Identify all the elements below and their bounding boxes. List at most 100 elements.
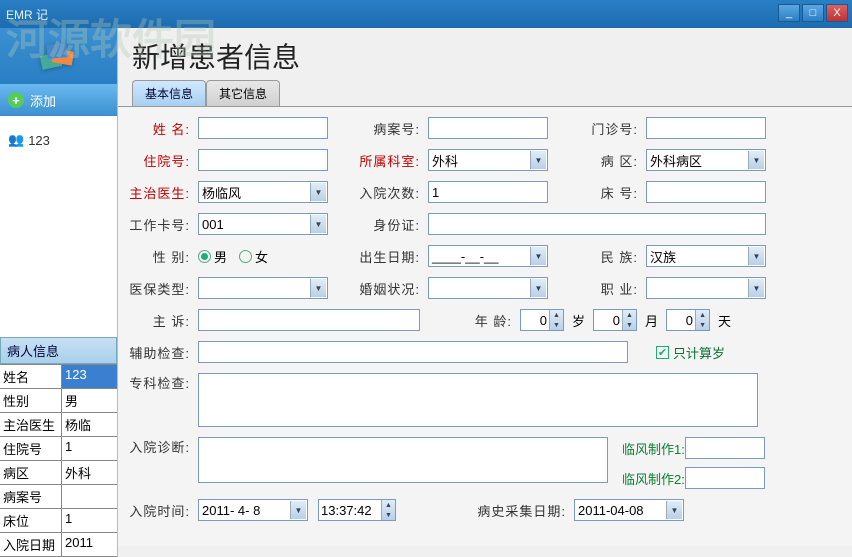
pinfo-row: 性别男 (0, 389, 117, 413)
gender-label: 性 别: (128, 247, 194, 266)
lf1-input[interactable] (685, 437, 765, 459)
age-year-spin[interactable]: ▲▼ (520, 309, 564, 331)
chevron-down-icon: ▼ (530, 151, 546, 169)
case-label: 病案号: (332, 119, 424, 138)
pinfo-row: 床位1 (0, 509, 117, 533)
gender-female-radio[interactable]: 女 (239, 247, 268, 266)
pinfo-row: 主治医生杨临 (0, 413, 117, 437)
maximize-button[interactable]: □ (802, 4, 824, 22)
pinfo-row: 病案号 (0, 485, 117, 509)
minimize-button[interactable]: _ (778, 4, 800, 22)
chevron-down-icon: ▼ (310, 215, 326, 233)
pinfo-row: 病区外科 (0, 461, 117, 485)
down-icon: ▼ (623, 320, 636, 330)
add-label: 添加 (30, 91, 56, 110)
dept-combo[interactable]: 外科▼ (428, 149, 548, 171)
admitcnt-label: 入院次数: (332, 183, 424, 202)
close-button[interactable]: X (826, 4, 848, 22)
down-icon: ▼ (382, 510, 395, 520)
admdiag-input[interactable] (198, 437, 608, 483)
spec-input[interactable] (198, 373, 758, 427)
ins-combo[interactable]: ▼ (198, 277, 328, 299)
form: 姓 名: 病案号: 门诊号: 住院号: 所属科室: 外科▼ 病 区: 外科病区▼… (118, 106, 852, 546)
bed-label: 床 号: (552, 183, 642, 202)
lf2-input[interactable] (685, 467, 765, 489)
person-icon: 👥 (8, 132, 24, 148)
gender-male-radio[interactable]: 男 (198, 247, 227, 266)
birth-label: 出生日期: (332, 247, 424, 266)
job-label: 职 业: (552, 279, 642, 298)
lf2-label: 临风制作2: (622, 469, 685, 488)
chevron-down-icon: ▼ (748, 151, 764, 169)
histdate-label: 病史采集日期: (400, 501, 570, 520)
marriage-combo[interactable]: ▼ (428, 277, 548, 299)
ins-label: 医保类型: (128, 279, 194, 298)
logo (0, 28, 117, 84)
tab-other[interactable]: 其它信息 (206, 80, 280, 106)
chevron-down-icon: ▼ (748, 247, 764, 265)
tabs: 基本信息 其它信息 (118, 80, 852, 106)
workno-combo[interactable]: 001▼ (198, 213, 328, 235)
tree-item-label: 123 (28, 133, 50, 148)
aux-input[interactable] (198, 341, 628, 363)
tree: 👥 123 (0, 116, 117, 164)
page-title: 新增患者信息 (118, 28, 852, 80)
admtime-spin[interactable]: ▲▼ (318, 499, 396, 521)
nation-label: 民 族: (552, 247, 642, 266)
name-label: 姓 名: (128, 119, 194, 138)
marriage-label: 婚姻状况: (332, 279, 424, 298)
plus-icon: + (8, 92, 24, 108)
patient-info-header: 病人信息 (0, 337, 117, 364)
titlebar: EMR 记 _ □ X (0, 0, 852, 28)
chevron-down-icon: ▼ (666, 501, 682, 519)
up-icon: ▲ (623, 310, 636, 320)
chevron-down-icon: ▼ (748, 279, 764, 297)
complaint-input[interactable] (198, 309, 420, 331)
pinfo-row: 入院日期2011 (0, 533, 117, 557)
down-icon: ▼ (550, 320, 563, 330)
chevron-down-icon: ▼ (290, 501, 306, 519)
nation-combo[interactable]: 汉族▼ (646, 245, 766, 267)
spec-label: 专科检查: (128, 373, 194, 392)
case-input[interactable] (428, 117, 548, 139)
add-button[interactable]: + 添加 (0, 84, 117, 116)
up-icon: ▲ (550, 310, 563, 320)
pinfo-row: 姓名123 (0, 365, 117, 389)
check-icon: ✔ (656, 346, 669, 359)
chevron-down-icon: ▼ (530, 279, 546, 297)
age-label: 年 龄: (424, 311, 516, 330)
outp-label: 门诊号: (552, 119, 642, 138)
only-age-checkbox[interactable]: ✔只计算岁 (656, 343, 725, 362)
admtime-label: 入院时间: (128, 501, 194, 520)
idcard-input[interactable] (428, 213, 766, 235)
inp-label: 住院号: (128, 151, 194, 170)
down-icon: ▼ (696, 320, 709, 330)
doctor-combo[interactable]: 杨临风▼ (198, 181, 328, 203)
age-month-spin[interactable]: ▲▼ (593, 309, 637, 331)
birth-combo[interactable]: ____-__-__▼ (428, 245, 548, 267)
title-text: EMR 记 (6, 6, 48, 23)
chevron-down-icon: ▼ (310, 183, 326, 201)
bed-input[interactable] (646, 181, 766, 203)
ward-combo[interactable]: 外科病区▼ (646, 149, 766, 171)
name-input[interactable] (198, 117, 328, 139)
up-icon: ▲ (696, 310, 709, 320)
job-combo[interactable]: ▼ (646, 277, 766, 299)
workno-label: 工作卡号: (128, 215, 194, 234)
patient-info-table: 姓名123 性别男 主治医生杨临 住院号1 病区外科 病案号 床位1 入院日期2… (0, 364, 117, 557)
inp-input[interactable] (198, 149, 328, 171)
outp-input[interactable] (646, 117, 766, 139)
window-buttons: _ □ X (778, 4, 848, 22)
tab-basic[interactable]: 基本信息 (132, 80, 206, 106)
chevron-down-icon: ▼ (310, 279, 326, 297)
admitcnt-input[interactable] (428, 181, 548, 203)
tree-item[interactable]: 👥 123 (6, 130, 111, 150)
admdate-combo[interactable]: 2011- 4- 8▼ (198, 499, 308, 521)
idcard-label: 身份证: (332, 215, 424, 234)
dept-label: 所属科室: (332, 151, 424, 170)
doctor-label: 主治医生: (128, 183, 194, 202)
aux-label: 辅助检查: (128, 343, 194, 362)
age-day-spin[interactable]: ▲▼ (666, 309, 710, 331)
sidebar: + 添加 👥 123 病人信息 姓名123 性别男 主治医生杨临 住院号1 病区… (0, 28, 118, 557)
histdate-combo[interactable]: 2011-04-08▼ (574, 499, 684, 521)
